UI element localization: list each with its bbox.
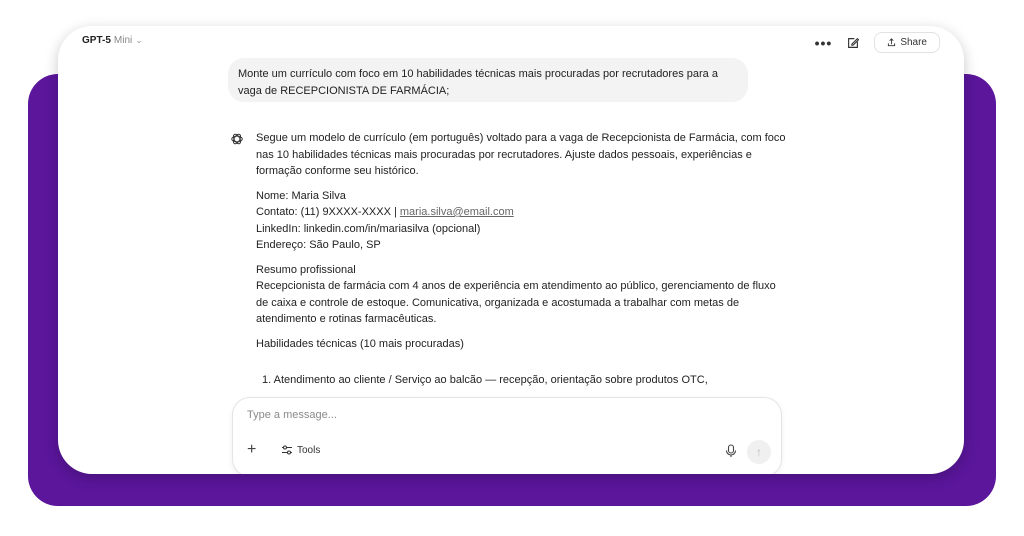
summary-block: Resumo profissional Recepcionista de far… [256,262,790,328]
tools-label: Tools [297,444,321,456]
name-line: Nome: Maria Silva [256,189,346,202]
message-composer: + Tools ↑ [232,397,782,474]
summary-text: Recepcionista de farmácia com 4 anos de … [256,280,776,325]
model-selector[interactable]: GPT-5 Mini ⌄ [82,35,143,46]
model-name: GPT-5 [82,35,111,46]
skill-list-item: 1. Atendimento ao cliente / Serviço ao b… [262,374,708,386]
contact-phone: Contato: (11) 9XXXX-XXXX | [256,206,400,218]
edit-icon[interactable] [846,36,860,50]
arrow-up-icon: ↑ [756,445,762,459]
send-button[interactable]: ↑ [747,440,771,464]
share-label: Share [900,37,927,48]
top-bar: GPT-5 Mini ⌄ ••• Share [58,26,964,60]
message-input[interactable] [245,408,669,422]
microphone-icon[interactable] [725,444,737,458]
contact-line: Contato: (11) 9XXXX-XXXX | maria.silva@e… [256,204,790,221]
model-variant: Mini [113,35,133,46]
top-actions: ••• Share [815,32,940,53]
skills-title: Habilidades técnicas (10 mais procuradas… [256,337,464,350]
summary-title: Resumo profissional [256,263,356,276]
chevron-down-icon: ⌄ [135,35,143,45]
openai-logo-icon [231,133,243,145]
assistant-message: Segue um modelo de currículo (em portugu… [230,130,790,389]
share-button[interactable]: Share [874,32,940,53]
contact-block: Nome: Maria Silva Contato: (11) 9XXXX-XX… [256,188,790,254]
linkedin-line: LinkedIn: linkedin.com/in/mariasilva (op… [256,222,481,235]
tools-button[interactable]: Tools [281,444,320,456]
chat-window: GPT-5 Mini ⌄ ••• Share Monte um currícul… [58,26,964,474]
assistant-intro: Segue um modelo de currículo (em portugu… [256,132,786,177]
sliders-icon [282,445,292,455]
address-line: Endereço: São Paulo, SP [256,239,381,251]
add-attachment-button[interactable]: + [247,442,256,458]
user-message-bubble: Monte um currículo com foco em 10 habili… [228,58,748,102]
email-link[interactable]: maria.silva@email.com [400,206,514,218]
more-options-button[interactable]: ••• [815,36,833,50]
share-icon [888,38,896,47]
